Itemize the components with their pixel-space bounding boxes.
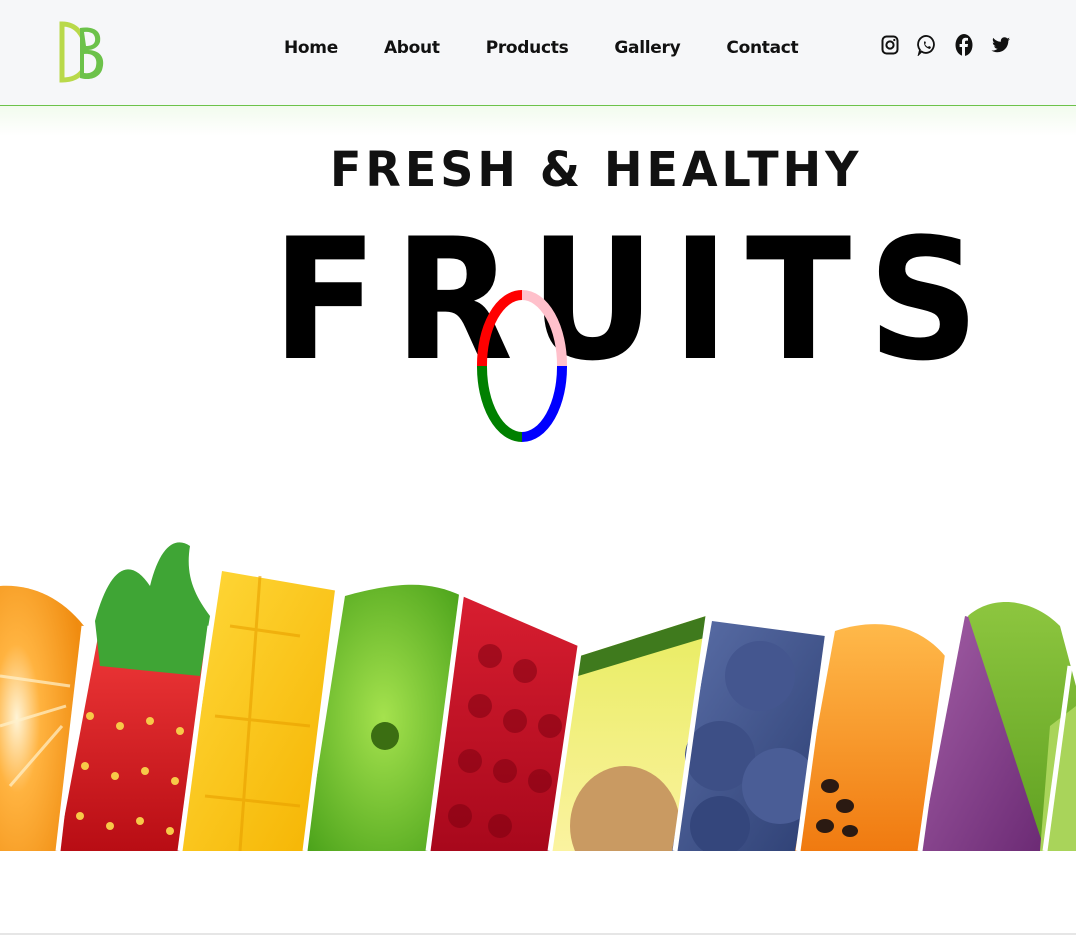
instagram-icon[interactable]: [878, 32, 902, 58]
hero-glow: [0, 106, 1076, 136]
nav-contact[interactable]: Contact: [710, 34, 814, 62]
hero-subtitle: FRESH & HEALTHY: [330, 140, 863, 198]
facebook-icon[interactable]: [952, 32, 976, 58]
hero-banner: FRESH & HEALTHY FRUITS: [0, 106, 1076, 851]
logo[interactable]: [58, 20, 108, 84]
twitter-icon[interactable]: [989, 32, 1013, 58]
main-nav: Home About Products Gallery Contact: [268, 34, 814, 62]
nav-products[interactable]: Products: [470, 34, 585, 62]
social-links: [878, 32, 1013, 58]
nav-about[interactable]: About: [368, 34, 456, 62]
nav-home[interactable]: Home: [268, 34, 354, 62]
fruit-strip: [0, 542, 1076, 851]
hero-title: FRUITS: [272, 202, 996, 398]
whatsapp-icon[interactable]: [915, 32, 939, 58]
nav-gallery[interactable]: Gallery: [598, 34, 696, 62]
site-header: Home About Products Gallery Contact: [0, 0, 1076, 106]
loading-spinner: [476, 290, 568, 442]
